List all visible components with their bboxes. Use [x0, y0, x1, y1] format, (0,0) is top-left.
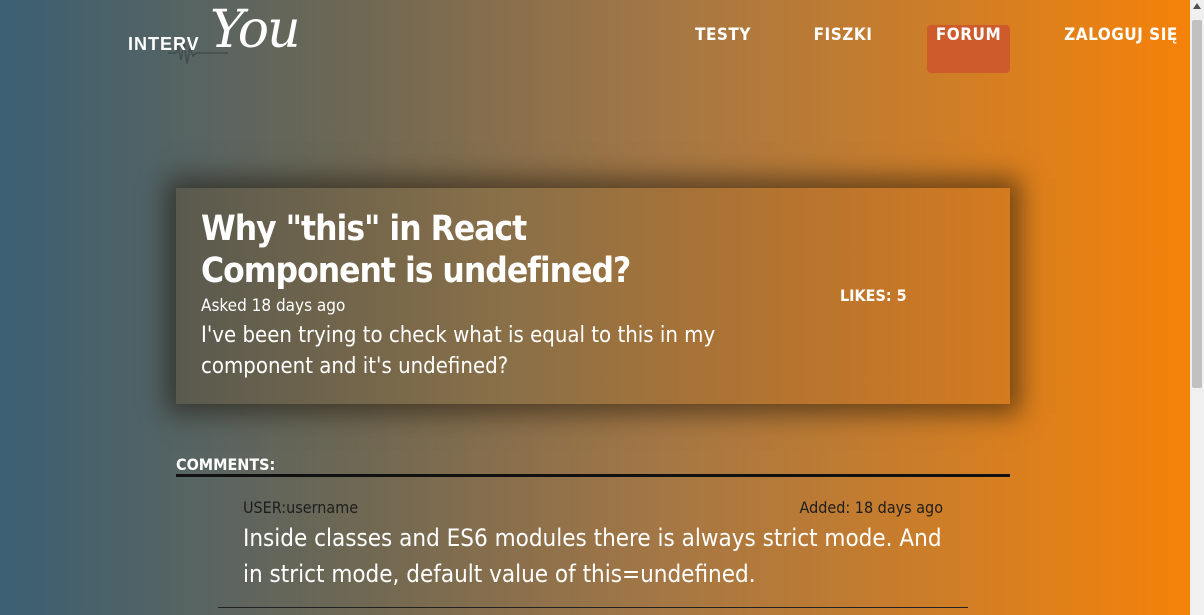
scroll-thumb[interactable] — [1192, 20, 1202, 388]
nav-item-login[interactable]: ZALOGUJ SIĘ — [1062, 25, 1180, 73]
comments-heading: COMMENTS: — [176, 455, 276, 474]
page-scrollbar[interactable] — [1190, 0, 1204, 615]
comment-added-date: Added: 18 days ago — [799, 498, 943, 517]
main-nav: TESTY FISZKI FORUM ZALOGUJ SIĘ — [0, 25, 1204, 73]
nav-item-fiszki[interactable]: FISZKI — [805, 25, 881, 73]
comments-divider — [176, 474, 1010, 477]
likes-counter[interactable]: LIKES: 5 — [840, 286, 907, 305]
nav-item-testy[interactable]: TESTY — [688, 25, 758, 73]
nav-item-forum[interactable]: FORUM — [927, 25, 1010, 73]
comment-text: Inside classes and ES6 modules there is … — [243, 524, 942, 588]
scroll-up-arrow-icon[interactable] — [1193, 3, 1201, 9]
question-card: Why "this" in React Component is undefin… — [176, 188, 1010, 404]
question-asked-date: Asked 18 days ago — [201, 296, 346, 316]
question-title: Why "this" in React Component is undefin… — [201, 209, 631, 291]
comment-user: USER:username — [243, 498, 359, 517]
question-body: I've been trying to check what is equal … — [201, 323, 716, 379]
comment-divider — [218, 607, 968, 608]
